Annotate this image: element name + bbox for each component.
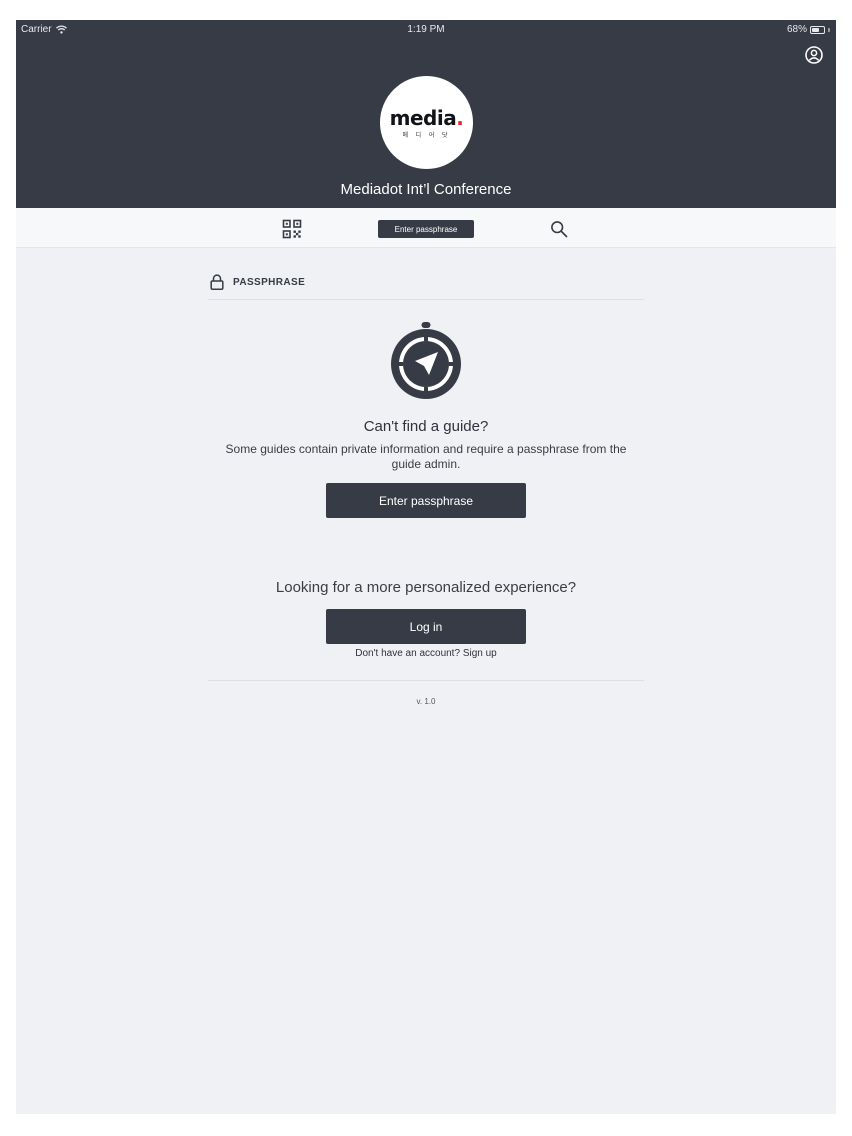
footer-divider xyxy=(208,680,644,681)
compass-icon xyxy=(391,322,461,399)
status-time: 1:19 PM xyxy=(407,24,445,35)
user-circle-icon xyxy=(805,46,823,64)
cant-find-guide-description: Some guides contain private information … xyxy=(225,442,627,471)
login-button[interactable]: Log in xyxy=(326,609,526,644)
logo-dot: . xyxy=(456,106,464,130)
signup-prompt: Don't have an account? xyxy=(355,648,461,659)
cant-find-guide-title: Can't find a guide? xyxy=(363,418,489,435)
passphrase-section-header: PASSPHRASE xyxy=(208,274,644,300)
logo-subtext: 메 디 어 닷 xyxy=(402,133,451,139)
event-logo: media. 메 디 어 닷 xyxy=(380,76,473,169)
qr-code-icon xyxy=(282,219,302,239)
app-screen: Carrier 1:19 PM 68% media. 메 디 어 닷 Media… xyxy=(16,20,836,1114)
status-bar: Carrier 1:19 PM 68% xyxy=(16,20,836,38)
logo-wordmark: media. xyxy=(380,106,473,130)
battery-tip xyxy=(828,27,830,32)
signup-link[interactable]: Sign up xyxy=(463,648,497,659)
search-icon xyxy=(551,221,568,238)
toolbar-enter-passphrase-button[interactable]: Enter passphrase xyxy=(378,220,474,238)
logo-word-text: media xyxy=(389,106,457,130)
version-label: v. 1.0 xyxy=(416,697,436,706)
signup-row: Don't have an account? Sign up xyxy=(16,648,836,659)
personalized-experience-title: Looking for a more personalized experien… xyxy=(275,579,577,596)
lock-icon xyxy=(210,274,224,290)
event-title: Mediadot Int’l Conference xyxy=(340,181,512,198)
search-button[interactable] xyxy=(550,220,568,238)
battery-indicator: 68% xyxy=(787,24,830,35)
enter-passphrase-button[interactable]: Enter passphrase xyxy=(326,483,526,518)
event-header: Carrier 1:19 PM 68% media. 메 디 어 닷 Media… xyxy=(16,20,836,208)
profile-button[interactable] xyxy=(804,45,824,65)
toolbar: Enter passphrase xyxy=(16,208,836,248)
qr-scan-button[interactable] xyxy=(282,219,302,239)
battery-fill xyxy=(812,27,819,32)
section-label: PASSPHRASE xyxy=(233,277,306,288)
battery-percent: 68% xyxy=(786,24,807,35)
battery-icon xyxy=(810,25,825,34)
